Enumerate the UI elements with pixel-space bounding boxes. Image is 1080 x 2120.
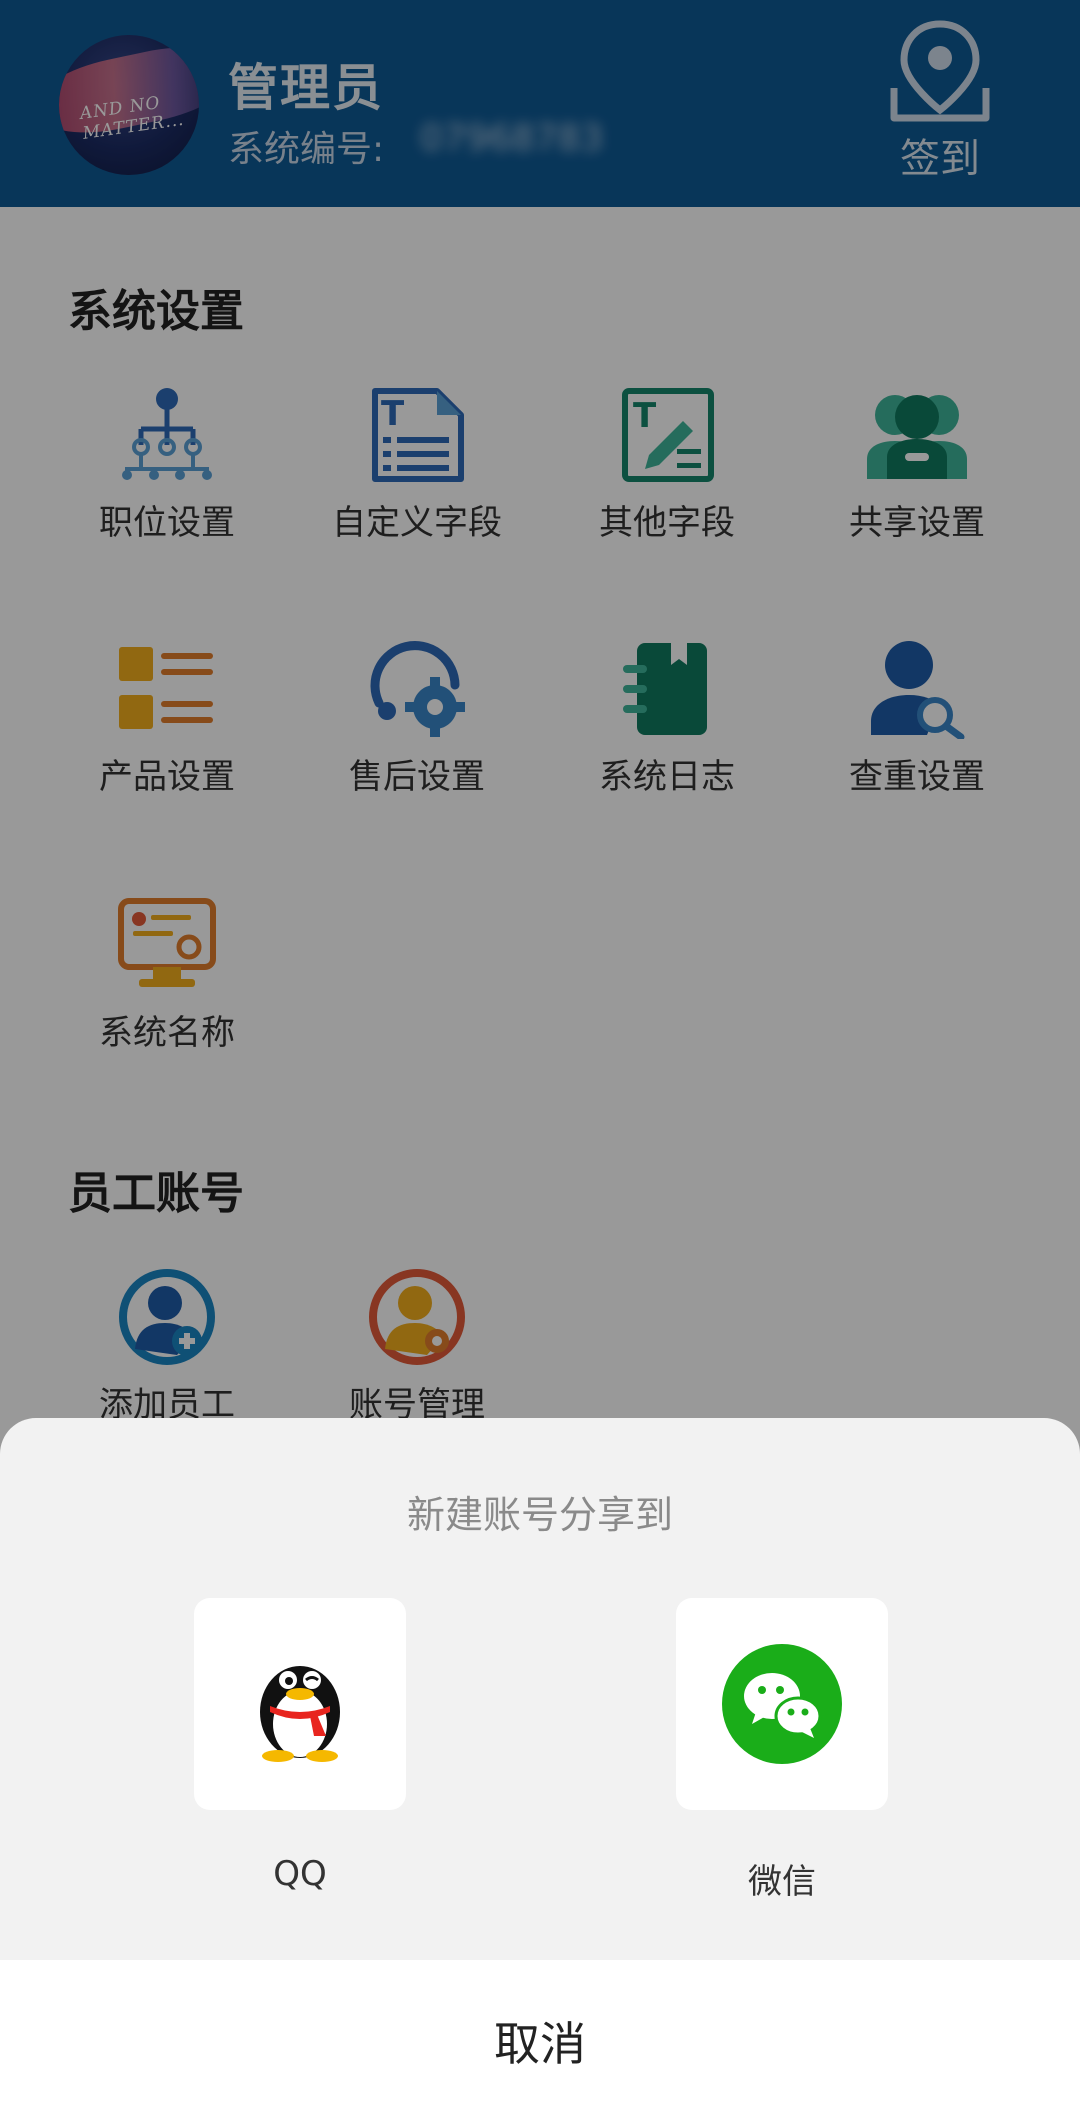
- share-option-tile[interactable]: [194, 1598, 406, 1810]
- wechat-icon: [722, 1644, 842, 1764]
- cancel-label: 取消: [494, 2017, 586, 2071]
- share-option-label: 微信: [748, 1862, 816, 1902]
- cancel-button[interactable]: 取消: [0, 1960, 1080, 2120]
- share-bottom-sheet: 新建账号分享到 QQ 微信 取消: [0, 1418, 1080, 2120]
- share-option-tile[interactable]: [676, 1598, 888, 1810]
- share-option-qq[interactable]: QQ: [194, 1598, 406, 1898]
- share-sheet-title: 新建账号分享到: [406, 1493, 673, 1537]
- share-option-wechat[interactable]: 微信: [676, 1598, 888, 1902]
- share-option-label: QQ: [273, 1854, 327, 1894]
- qq-penguin-icon: [260, 1666, 340, 1762]
